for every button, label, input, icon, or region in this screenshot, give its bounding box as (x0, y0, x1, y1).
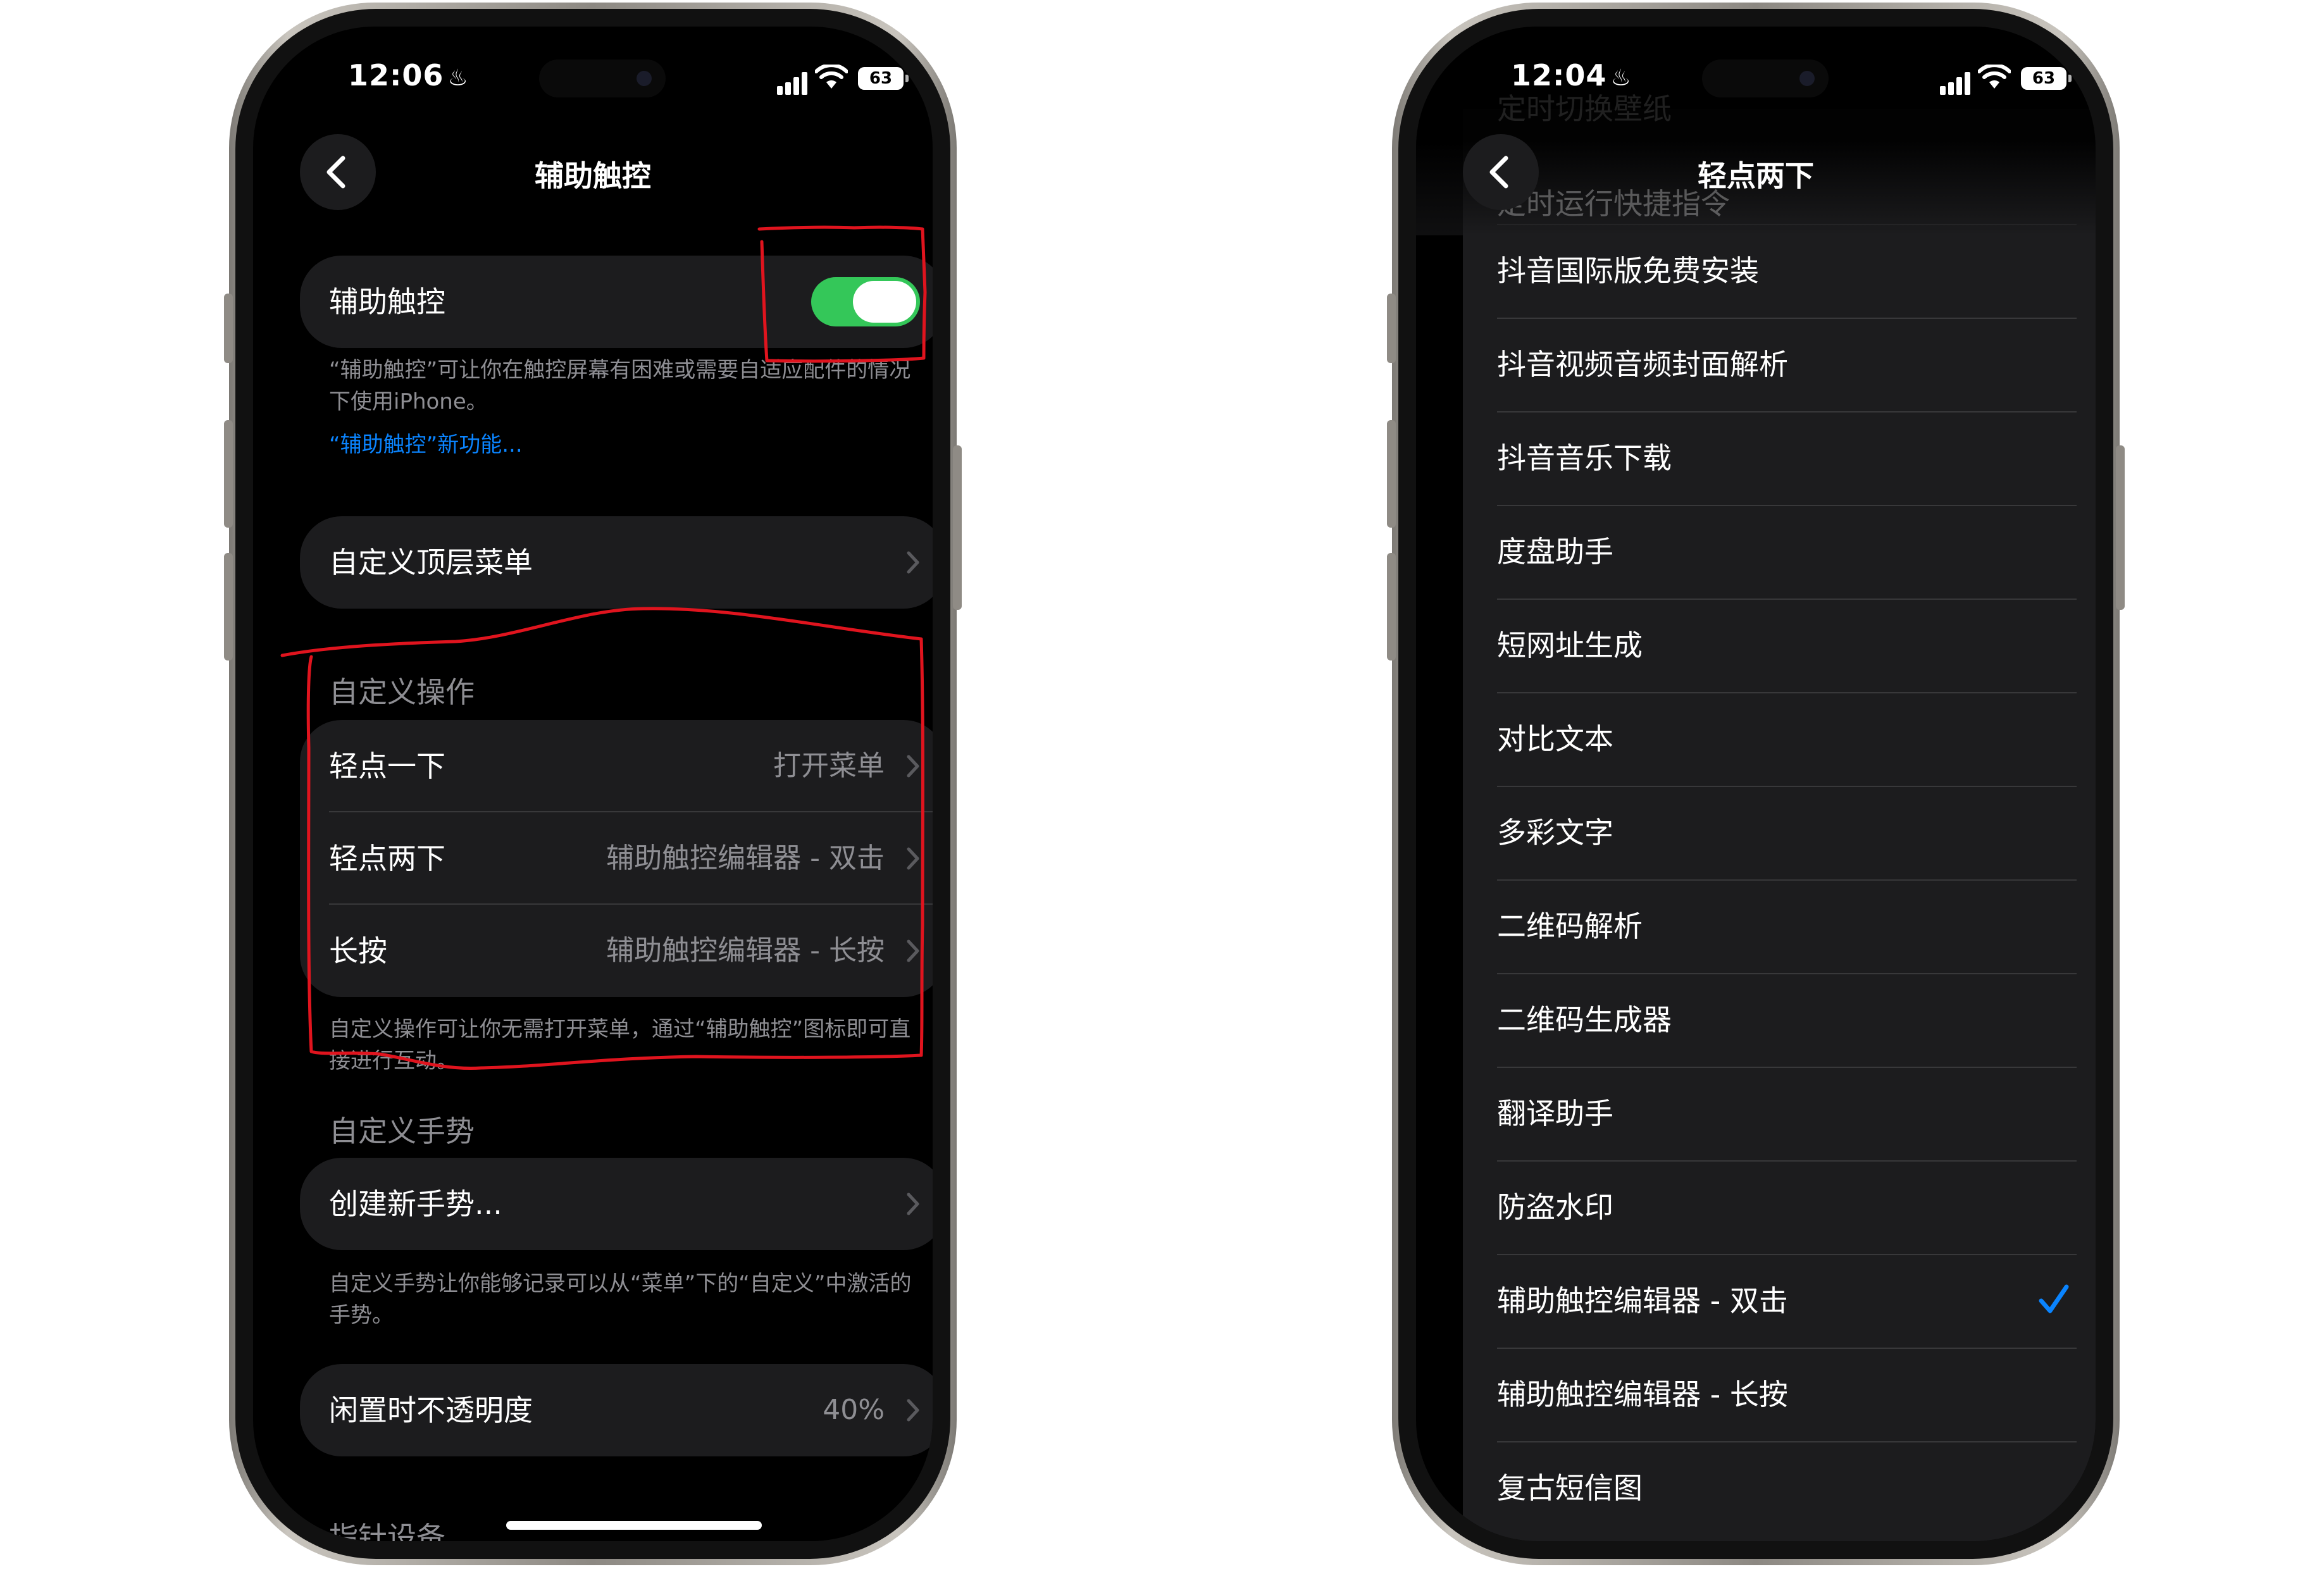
list-item[interactable]: 抖音音乐下载 (1463, 411, 2096, 505)
single-tap-label: 轻点一下 (329, 749, 445, 783)
list-item[interactable]: 抖音视频音频封面解析 (1463, 318, 2096, 411)
status-bar: 12:04 ♨ 63 (1416, 58, 2096, 102)
volume-down-button (1387, 553, 1396, 660)
list-item[interactable]: 辅助触控编辑器 - 长按 (1463, 1348, 2096, 1441)
wifi-icon (815, 65, 848, 89)
list-item-label: 短网址生成 (1497, 628, 1643, 662)
volume-up-button (224, 420, 233, 528)
side-button (2116, 445, 2125, 610)
long-press-row[interactable]: 长按 辅助触控编辑器 - 长按 (300, 905, 933, 997)
custom-actions-header: 自定义操作 (329, 675, 475, 709)
volume-down-button (224, 553, 233, 660)
customize-top-menu-label: 自定义顶层菜单 (329, 545, 533, 580)
status-bar: 12:06 ♨ 63 (253, 58, 933, 102)
custom-gestures-description: 自定义手势让你能够记录可以从“菜单”下的“自定义”中激活的手势。 (329, 1271, 912, 1328)
create-gesture-label: 创建新手势... (329, 1187, 502, 1221)
single-tap-value: 打开菜单 (773, 750, 885, 782)
list-item-label: 度盘助手 (1497, 535, 1613, 569)
chevron-right-icon (907, 940, 919, 962)
custom-gestures-header: 自定义手势 (329, 1114, 475, 1148)
chevron-right-icon (907, 551, 919, 574)
action-button (1387, 294, 1396, 363)
list-item[interactable]: 二维码解析 (1463, 879, 2096, 973)
idle-opacity-label: 闲置时不透明度 (329, 1393, 533, 1427)
list-item-label: 二维码生成器 (1497, 1003, 1672, 1037)
list-item-label: 抖音视频音频封面解析 (1497, 347, 1788, 381)
pointer-devices-header: 指针设备 (329, 1520, 445, 1541)
hotspot-flame-icon: ♨ (1610, 65, 1632, 91)
idle-opacity-group: 闲置时不透明度 40% (300, 1364, 933, 1456)
list-item[interactable]: 对比文本 (1463, 692, 2096, 786)
page-title: 辅助触控 (535, 159, 651, 193)
whats-new-link[interactable]: “辅助触控”新功能... (329, 429, 917, 461)
status-time: 12:04 ♨ (1511, 58, 1632, 92)
checkmark-icon (2039, 1284, 2069, 1313)
list-item-label: 抖音国际版免费安装 (1497, 254, 1759, 288)
phone-right: 抖音国际版免费安装 抖音视频音频封面解析 抖音音乐下载 度盘助手短网址生成对比文本多彩… (1387, 3, 2125, 1565)
wifi-icon (1978, 65, 2011, 89)
list-item[interactable]: 翻译助手 (1463, 1067, 2096, 1160)
page-title: 轻点两下 (1698, 159, 1814, 193)
assistivetouch-description: “辅助触控”可让你在触控屏幕有困难或需要自适应配件的情况下使用iPhone。 (329, 357, 911, 414)
custom-gestures-group: 创建新手势... (300, 1158, 933, 1250)
home-indicator[interactable] (506, 1521, 762, 1530)
action-button (224, 294, 233, 363)
idle-opacity-row[interactable]: 闲置时不透明度 40% (300, 1364, 933, 1456)
create-gesture-row[interactable]: 创建新手势... (300, 1158, 933, 1250)
assistivetouch-row: 辅助触控 (300, 256, 933, 348)
idle-opacity-value: 40% (823, 1394, 885, 1426)
top-menu-group: 自定义顶层菜单 (300, 516, 933, 609)
list-item[interactable]: 防盗水印 (1463, 1160, 2096, 1254)
list-item-label: 对比文本 (1497, 722, 1613, 756)
list-item-label: 防盗水印 (1497, 1190, 1613, 1224)
cellular-signal-icon (1940, 72, 1973, 97)
custom-actions-group: 轻点一下 打开菜单 轻点两下 辅助触控编辑器 - 双击 长按 辅助触控编辑器 -… (300, 720, 933, 997)
custom-actions-description: 自定义操作可让你无需打开菜单，通过“辅助触控”图标即可直接进行互动。 (329, 1017, 911, 1074)
cellular-signal-icon (777, 72, 810, 97)
list-item[interactable]: 度盘助手 (1463, 505, 2096, 598)
screen-left: 12:06 ♨ 63 辅助触控 辅助触控 “辅助触控”可让你在触控屏幕有困难或需要… (253, 27, 933, 1541)
single-tap-row[interactable]: 轻点一下 打开菜单 (300, 720, 933, 812)
list-item-label: 辅助触控编辑器 - 双击 (1497, 1284, 1788, 1318)
list-item-label: 辅助触控编辑器 - 长按 (1497, 1377, 1788, 1411)
list-item[interactable]: 二维码生成器 (1463, 973, 2096, 1067)
list-item[interactable]: 短网址生成 (1463, 598, 2096, 692)
double-tap-value: 辅助触控编辑器 - 双击 (606, 842, 885, 874)
chevron-right-icon (907, 755, 919, 778)
volume-up-button (1387, 420, 1396, 528)
screen-right: 抖音国际版免费安装 抖音视频音频封面解析 抖音音乐下载 度盘助手短网址生成对比文本多彩… (1416, 27, 2096, 1541)
list-item[interactable]: 复古短信图 (1463, 1441, 2096, 1535)
battery-icon: 63 (858, 67, 909, 90)
double-tap-label: 轻点两下 (329, 841, 445, 876)
hotspot-flame-icon: ♨ (447, 65, 469, 91)
list-item[interactable]: 多彩文字 (1463, 786, 2096, 879)
customize-top-menu-row[interactable]: 自定义顶层菜单 (300, 516, 933, 609)
long-press-label: 长按 (329, 934, 387, 968)
side-button (953, 445, 962, 610)
phone-left: 12:06 ♨ 63 辅助触控 辅助触控 “辅助触控”可让你在触控屏幕有困难或需要… (224, 3, 962, 1565)
status-time: 12:06 ♨ (348, 58, 469, 92)
long-press-value: 辅助触控编辑器 - 长按 (606, 934, 885, 967)
list-item-label: 二维码解析 (1497, 909, 1643, 943)
list-item-label: 翻译助手 (1497, 1096, 1613, 1131)
assistivetouch-label: 辅助触控 (329, 285, 445, 319)
list-item-label: 多彩文字 (1497, 816, 1613, 850)
assistivetouch-toggle[interactable] (811, 277, 920, 326)
chevron-right-icon (907, 1193, 919, 1215)
assistivetouch-group: 辅助触控 (300, 256, 933, 348)
chevron-right-icon (907, 847, 919, 870)
list-item-label: 抖音音乐下载 (1497, 441, 1672, 475)
chevron-right-icon (907, 1399, 919, 1422)
shortcut-list: 抖音国际版免费安装 抖音视频音频封面解析 抖音音乐下载 度盘助手短网址生成对比文本多彩… (1463, 109, 2096, 1541)
list-item-label: 复古短信图 (1497, 1471, 1643, 1505)
list-item[interactable]: 辅助触控编辑器 - 双击 (1463, 1254, 2096, 1348)
double-tap-row[interactable]: 轻点两下 辅助触控编辑器 - 双击 (300, 812, 933, 905)
battery-icon: 63 (2021, 67, 2072, 90)
list-item[interactable]: 抖音国际版免费安装 (1463, 224, 2096, 318)
